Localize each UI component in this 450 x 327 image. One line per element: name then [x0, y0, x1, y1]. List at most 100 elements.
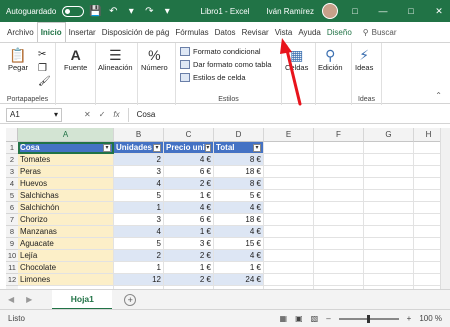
table-cell[interactable]: 4 €	[214, 250, 264, 262]
grid-cell[interactable]	[314, 178, 364, 190]
table-cell[interactable]: 8 €	[214, 154, 264, 166]
grid-cell[interactable]	[264, 142, 314, 154]
table-cell[interactable]: Peras	[18, 166, 114, 178]
table-cell[interactable]: 1	[114, 262, 164, 274]
table-cell[interactable]: 5	[114, 238, 164, 250]
minimize-button[interactable]: —	[372, 0, 394, 22]
tab-insertar[interactable]: Insertar	[66, 22, 99, 42]
grid-cell[interactable]	[264, 178, 314, 190]
column-header-d[interactable]: D	[214, 128, 264, 142]
add-sheet-button[interactable]: +	[124, 293, 137, 306]
table-cell[interactable]: Lejía	[18, 250, 114, 262]
confirm-icon[interactable]: ✓	[99, 110, 106, 119]
grid-cell[interactable]	[364, 262, 414, 274]
table-cell[interactable]: 8 €	[214, 178, 264, 190]
table-cell[interactable]: Limones	[18, 274, 114, 286]
conditional-format-button[interactable]: Formato condicional	[180, 47, 261, 56]
table-cell[interactable]: 24 €	[214, 274, 264, 286]
column-header-f[interactable]: F	[314, 128, 364, 142]
worksheet-grid[interactable]: A B C D E F G H 1 Cosa ▾ Unidades ▾ Precio uni ▾ Total ▾…	[0, 124, 450, 289]
normal-view-icon[interactable]: ▦	[280, 314, 288, 323]
grid-cell[interactable]	[264, 166, 314, 178]
column-header-e[interactable]: E	[264, 128, 314, 142]
column-header-b[interactable]: B	[114, 128, 164, 142]
vertical-scrollbar[interactable]	[440, 128, 450, 289]
grid-cell[interactable]	[364, 166, 414, 178]
page-break-icon[interactable]: ▧	[311, 314, 319, 323]
row-header-4[interactable]: 4	[6, 178, 18, 190]
collapse-ribbon-icon[interactable]: ⌃	[435, 91, 442, 100]
grid-cell[interactable]	[314, 238, 364, 250]
tab-revisar[interactable]: Revisar	[239, 22, 272, 42]
table-cell[interactable]: 1 €	[164, 226, 214, 238]
grid-cell[interactable]	[264, 202, 314, 214]
table-cell[interactable]: 1	[114, 202, 164, 214]
save-icon[interactable]: 💾	[88, 4, 102, 18]
table-cell[interactable]: 1 €	[164, 262, 214, 274]
grid-cell[interactable]	[314, 202, 364, 214]
grid-cell[interactable]	[264, 274, 314, 286]
row-header-9[interactable]: 9	[6, 238, 18, 250]
column-header-a[interactable]: A	[18, 128, 114, 142]
table-header-cell[interactable]: Precio uni ▾	[164, 142, 214, 154]
grid-cell[interactable]	[314, 190, 364, 202]
cut-icon[interactable]: ✂	[38, 49, 46, 60]
zoom-in-icon[interactable]: +	[407, 314, 412, 323]
table-cell[interactable]: Chocolate	[18, 262, 114, 274]
close-button[interactable]: ✕	[428, 0, 450, 22]
table-cell[interactable]: 6 €	[164, 214, 214, 226]
tab-vista[interactable]: Vista	[272, 22, 296, 42]
table-cell[interactable]: 2 €	[164, 274, 214, 286]
table-cell[interactable]: 2 €	[164, 178, 214, 190]
grid-cell[interactable]	[364, 190, 414, 202]
tab-diseno[interactable]: Diseño	[324, 22, 355, 42]
filter-dropdown-icon[interactable]: ▾	[204, 143, 211, 152]
ribbon-display-icon[interactable]: □	[344, 0, 366, 22]
table-cell[interactable]: 18 €	[214, 166, 264, 178]
table-cell[interactable]: 4 €	[164, 154, 214, 166]
grid-cell[interactable]	[314, 142, 364, 154]
tab-disposicion[interactable]: Disposición de pág	[99, 22, 173, 42]
row-header-8[interactable]: 8	[6, 226, 18, 238]
grid-cell[interactable]	[264, 250, 314, 262]
table-cell[interactable]: 5	[114, 190, 164, 202]
tab-ayuda[interactable]: Ayuda	[295, 22, 324, 42]
row-header-6[interactable]: 6	[6, 202, 18, 214]
table-cell[interactable]: 4 €	[214, 226, 264, 238]
table-cell[interactable]: Salchichón	[18, 202, 114, 214]
page-layout-icon[interactable]: ▣	[295, 314, 303, 323]
table-cell[interactable]: 1 €	[164, 190, 214, 202]
undo-icon[interactable]: ↶	[106, 4, 120, 18]
table-cell[interactable]: 6 €	[164, 166, 214, 178]
table-cell[interactable]: 3	[114, 214, 164, 226]
grid-cell[interactable]	[364, 178, 414, 190]
filter-dropdown-icon[interactable]: ▾	[153, 143, 161, 152]
table-cell[interactable]: 5 €	[214, 190, 264, 202]
table-cell[interactable]: Salchichas	[18, 190, 114, 202]
fx-icon[interactable]: fx	[113, 110, 119, 119]
grid-cell[interactable]	[314, 214, 364, 226]
name-box[interactable]: A1 ▾	[6, 107, 62, 122]
table-cell[interactable]: 4 €	[214, 202, 264, 214]
format-painter-icon[interactable]: 🖌	[38, 76, 51, 87]
row-header-1[interactable]: 1	[6, 142, 18, 154]
select-all-button[interactable]	[6, 128, 18, 142]
table-cell[interactable]: 2	[114, 154, 164, 166]
tab-inicio[interactable]: Inicio	[36, 22, 66, 42]
grid-cell[interactable]	[364, 274, 414, 286]
ideas-button[interactable]: ⚡ Ideas	[355, 47, 373, 72]
table-cell[interactable]: Chorizo	[18, 214, 114, 226]
filter-dropdown-icon[interactable]: ▾	[253, 143, 261, 152]
row-header-2[interactable]: 2	[6, 154, 18, 166]
table-header-cell[interactable]: Unidades ▾	[114, 142, 164, 154]
tab-archivo[interactable]: Archivo	[4, 22, 37, 42]
column-header-c[interactable]: C	[164, 128, 214, 142]
grid-cell[interactable]	[364, 250, 414, 262]
table-cell[interactable]: 4	[114, 178, 164, 190]
table-cell[interactable]: 4	[114, 226, 164, 238]
table-cell[interactable]: 12	[114, 274, 164, 286]
grid-cell[interactable]	[264, 226, 314, 238]
cancel-icon[interactable]: ✕	[84, 110, 91, 119]
table-cell[interactable]: Huevos	[18, 178, 114, 190]
grid-cell[interactable]	[314, 166, 364, 178]
